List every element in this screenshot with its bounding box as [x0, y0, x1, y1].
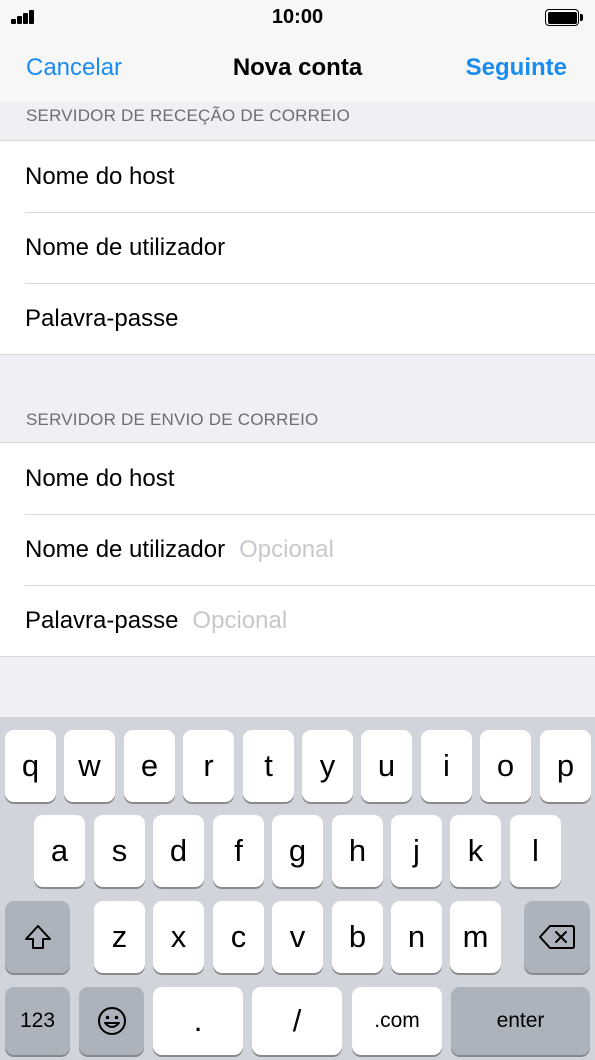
outgoing-username-field[interactable]: Nome de utilizador Opcional [0, 514, 595, 585]
incoming-hostname-field[interactable]: Nome do host [0, 141, 595, 212]
field-label: Nome de utilizador [25, 233, 226, 261]
field-placeholder: Opcional [192, 606, 288, 634]
key-y[interactable]: y [302, 730, 353, 802]
emoji-key[interactable] [79, 987, 144, 1055]
key-f[interactable]: f [213, 815, 264, 887]
key-r[interactable]: r [183, 730, 234, 802]
status-time: 10:00 [271, 6, 324, 28]
field-label: Nome de utilizador [25, 535, 226, 563]
backspace-key[interactable] [524, 901, 590, 973]
field-label: Nome do host [25, 464, 175, 492]
cancel-button[interactable]: Cancelar [26, 54, 122, 82]
outgoing-password-field[interactable]: Palavra-passe Opcional [0, 585, 595, 656]
key-g[interactable]: g [272, 815, 323, 887]
nav-bar: Cancelar Nova conta Seguinte [0, 34, 595, 102]
key-b[interactable]: b [332, 901, 383, 973]
backspace-icon [539, 925, 575, 949]
key-w[interactable]: w [64, 730, 115, 802]
key-v[interactable]: v [272, 901, 323, 973]
outgoing-section-header: SERVIDOR DE ENVIO DE CORREIO [26, 410, 319, 429]
battery-icon [545, 9, 583, 26]
key-o[interactable]: o [480, 730, 531, 802]
key-h[interactable]: h [332, 815, 383, 887]
status-bar: 10:00 [0, 0, 595, 34]
key-j[interactable]: j [391, 815, 442, 887]
field-label: Nome do host [25, 162, 175, 190]
incoming-server-group: Nome do host Nome de utilizador Palavra-… [0, 140, 595, 355]
key-q[interactable]: q [5, 730, 56, 802]
key-u[interactable]: u [361, 730, 412, 802]
field-label: Palavra-passe [25, 304, 179, 332]
key-d[interactable]: d [153, 815, 204, 887]
key-a[interactable]: a [34, 815, 85, 887]
emoji-icon [97, 1007, 126, 1035]
dotcom-key[interactable]: .com [352, 987, 442, 1055]
outgoing-server-group: Nome do host Nome de utilizador Opcional… [0, 442, 595, 657]
key-l[interactable]: l [510, 815, 561, 887]
shift-key[interactable] [5, 901, 70, 973]
field-placeholder: Opcional [239, 535, 334, 563]
incoming-section-header: SERVIDOR DE RECEÇÃO DE CORREIO [26, 106, 351, 125]
key-x[interactable]: x [153, 901, 204, 973]
period-key[interactable]: . [153, 987, 243, 1055]
key-z[interactable]: z [94, 901, 145, 973]
slash-key[interactable]: / [252, 987, 342, 1055]
key-m[interactable]: m [450, 901, 501, 973]
key-s[interactable]: s [94, 815, 145, 887]
field-label: Palavra-passe [25, 606, 179, 634]
key-n[interactable]: n [391, 901, 442, 973]
numbers-key[interactable]: 123 [5, 987, 70, 1055]
key-t[interactable]: t [243, 730, 294, 802]
key-i[interactable]: i [421, 730, 472, 802]
key-k[interactable]: k [450, 815, 501, 887]
shift-icon [24, 925, 51, 949]
incoming-username-field[interactable]: Nome de utilizador [0, 212, 595, 283]
incoming-password-field[interactable]: Palavra-passe [0, 283, 595, 354]
key-p[interactable]: p [540, 730, 591, 802]
enter-key[interactable]: enter [451, 987, 590, 1055]
screen: 10:00 Cancelar Nova conta Seguinte SERVI… [0, 0, 595, 1060]
next-button[interactable]: Seguinte [466, 54, 567, 82]
outgoing-hostname-field[interactable]: Nome do host [0, 443, 595, 514]
key-c[interactable]: c [213, 901, 264, 973]
keyboard: q w e r t y u i o p a s d f g h j k l z … [0, 717, 595, 1060]
key-e[interactable]: e [124, 730, 175, 802]
